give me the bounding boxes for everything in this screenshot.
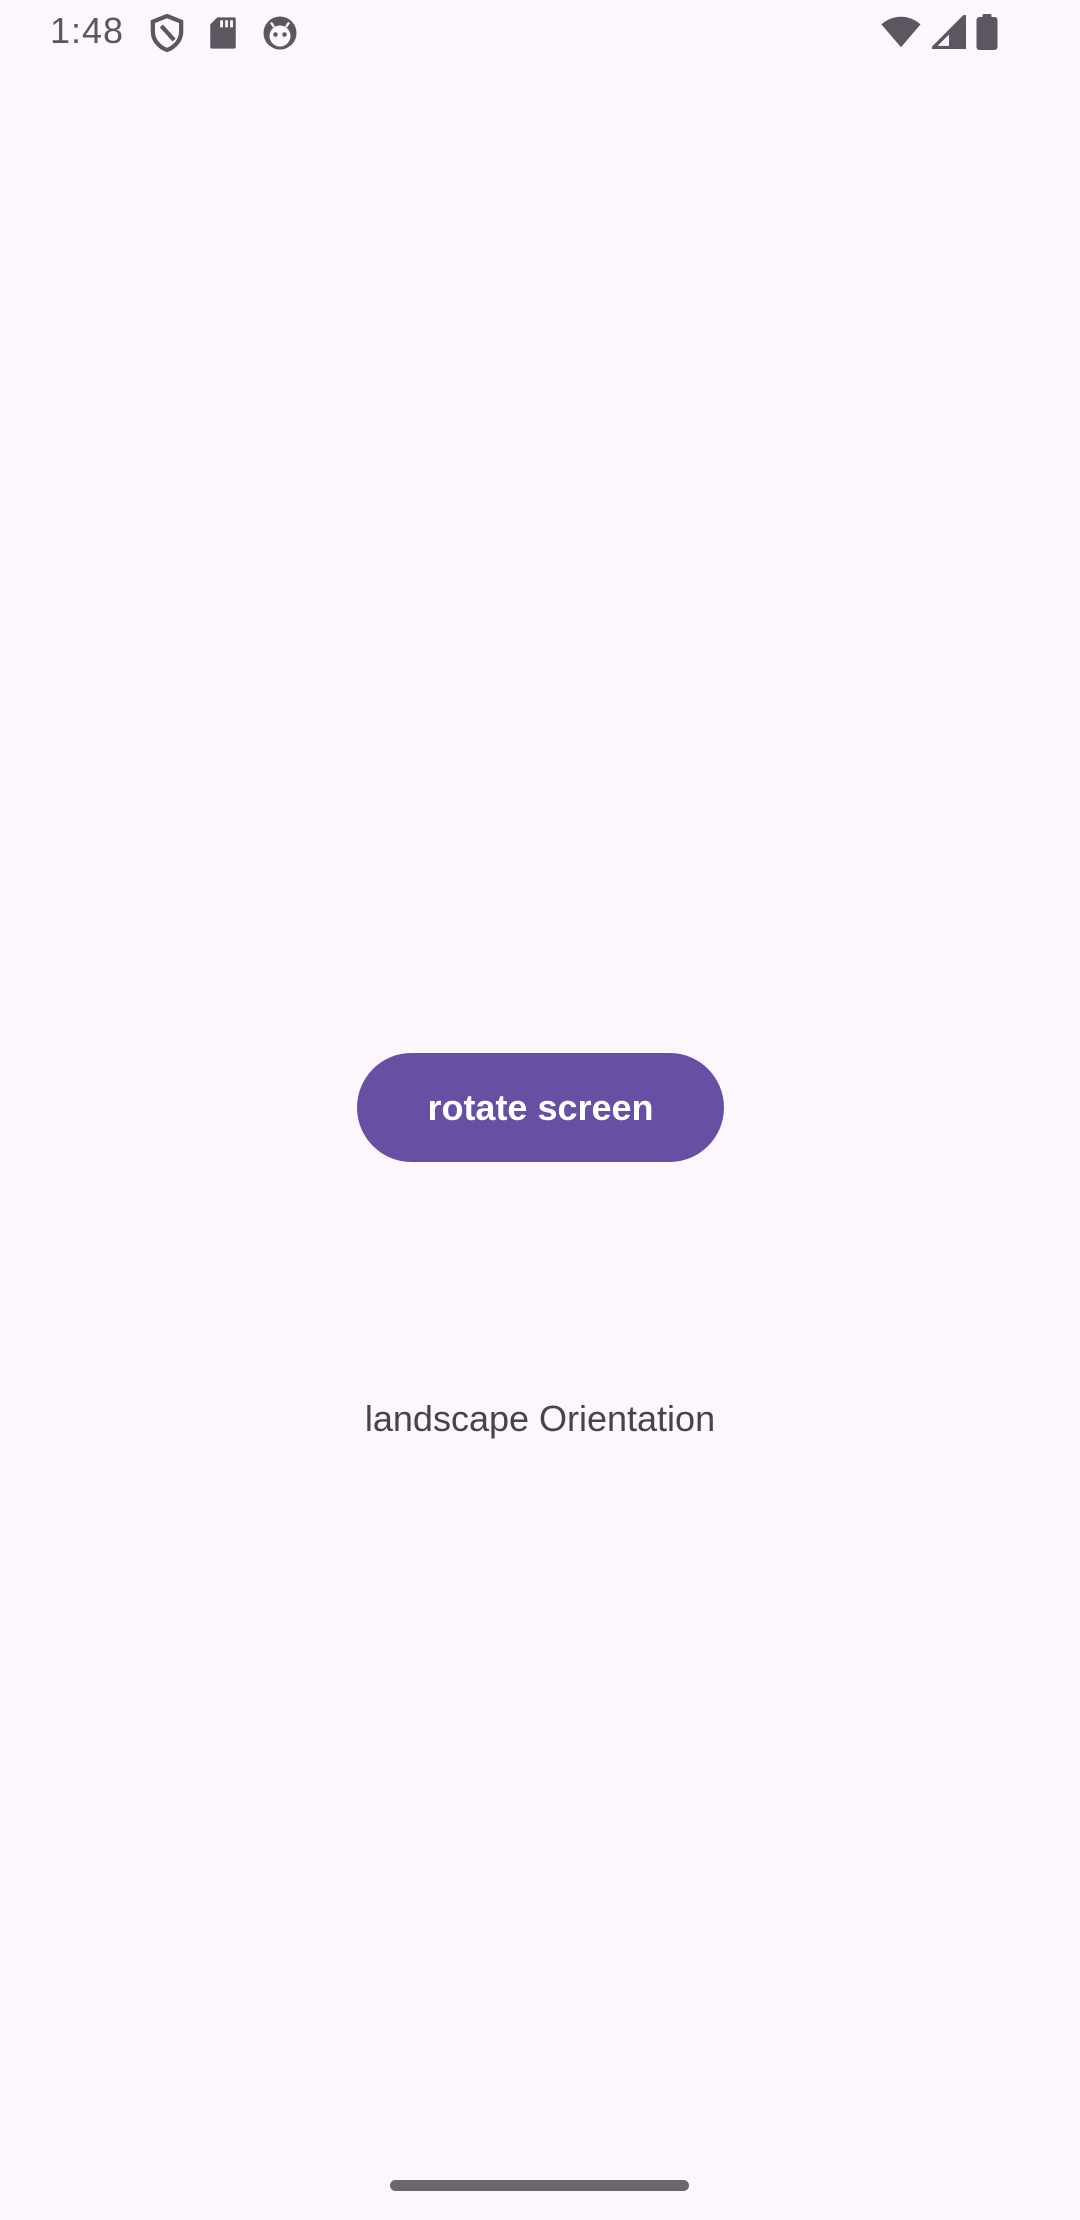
android-face-icon [262,15,298,51]
orientation-label: landscape Orientation [364,1398,716,1439]
sd-card-icon [208,16,238,50]
rotate-screen-button[interactable]: rotate screen [357,1053,724,1162]
shield-icon [150,14,184,52]
status-time: 1:48 [50,10,125,51]
status-right-icons [880,14,998,50]
status-left-icons [150,14,298,52]
home-indicator[interactable] [390,2180,689,2191]
wifi-icon [880,15,922,49]
status-bar: 1:48 [0,0,1080,66]
cellular-signal-icon [932,15,966,49]
battery-icon [976,14,998,50]
